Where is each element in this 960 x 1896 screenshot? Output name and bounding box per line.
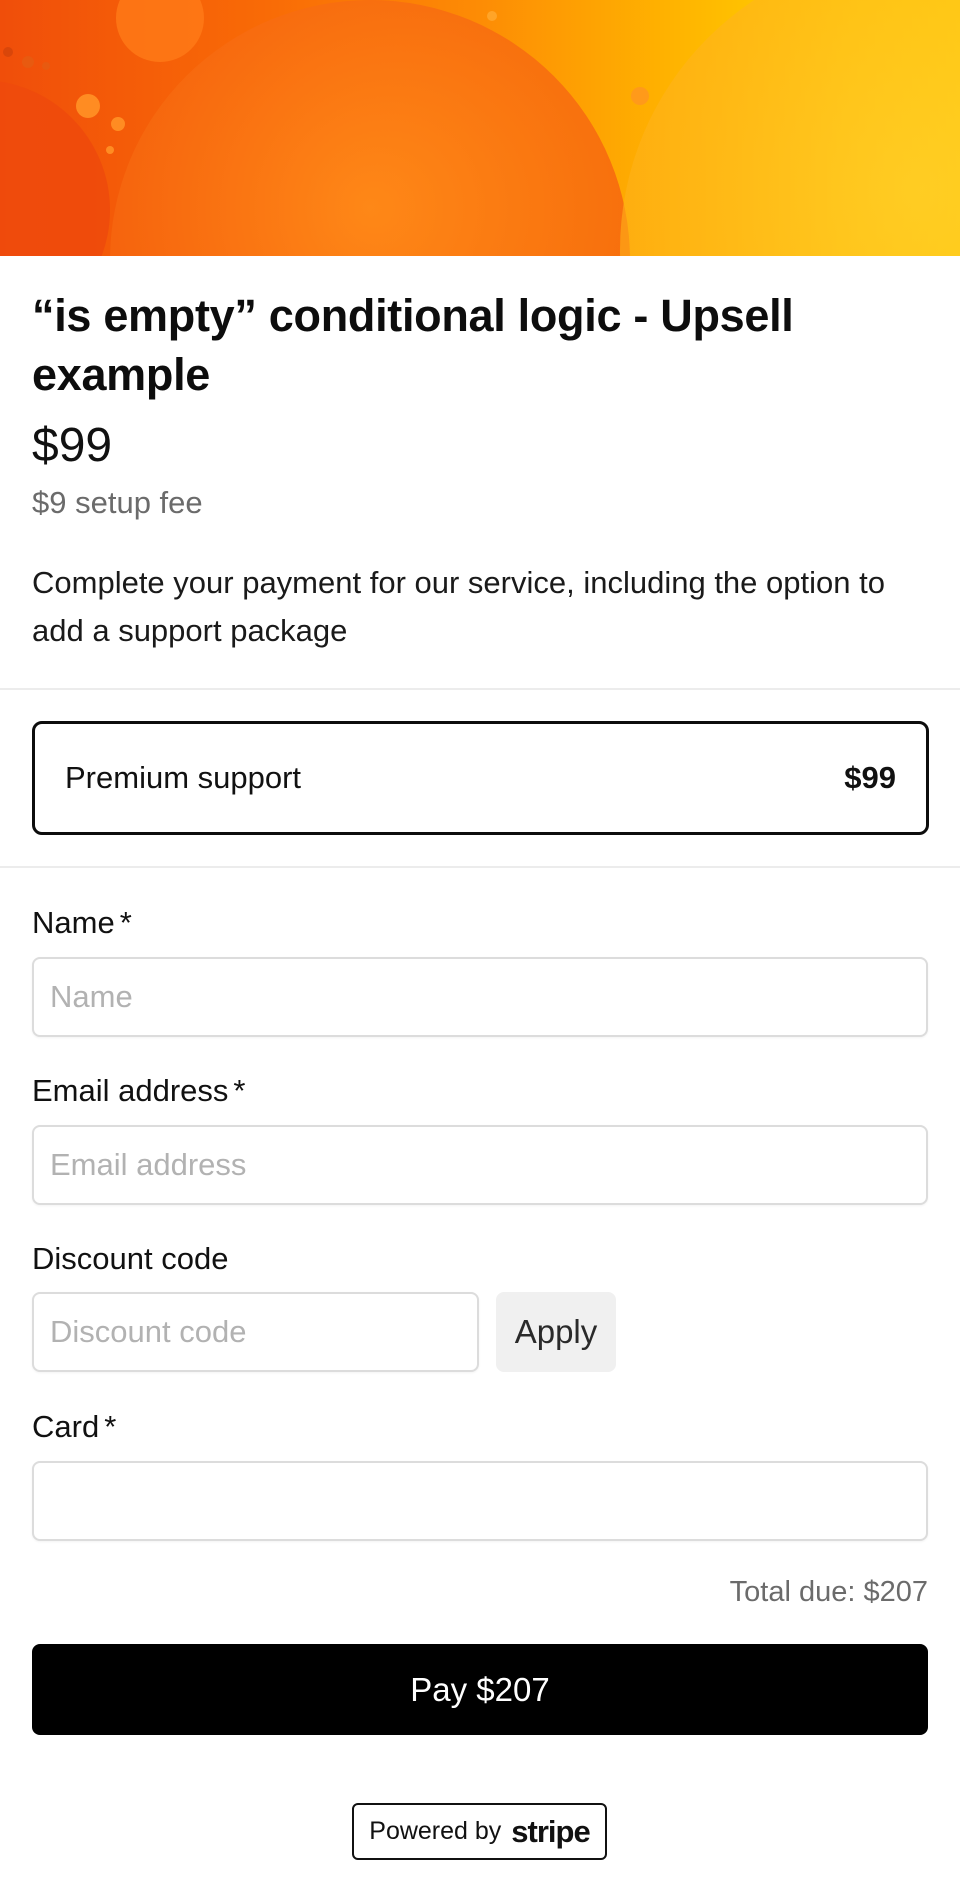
card-label-text: Card (32, 1409, 100, 1444)
name-label-text: Name (32, 905, 115, 940)
setup-fee: $9 setup fee (32, 485, 203, 520)
email-label-text: Email address (32, 1073, 229, 1108)
apply-discount-button[interactable]: Apply (496, 1292, 616, 1372)
hero-bubbles (0, 0, 960, 256)
name-input[interactable] (32, 957, 928, 1037)
powered-by-stripe-badge[interactable]: Powered by stripe (352, 1803, 607, 1860)
email-label: Email address * (32, 1071, 246, 1111)
discount-label: Discount code (32, 1239, 228, 1279)
powered-by-text: Powered by (369, 1817, 502, 1845)
card-input[interactable] (32, 1461, 928, 1541)
upsell-price: $99 (844, 760, 896, 795)
divider (0, 866, 960, 868)
upsell-label: Premium support (65, 760, 302, 795)
card-label: Card * (32, 1407, 116, 1447)
total-due: Total due: $207 (729, 1576, 928, 1608)
upsell-option-premium-support[interactable]: Premium support $99 (32, 721, 929, 835)
hero-banner-image (0, 0, 960, 256)
discount-code-input[interactable] (32, 1292, 479, 1372)
stripe-logo: stripe (511, 1813, 590, 1849)
product-price: $99 (32, 419, 113, 472)
product-title: “is empty” conditional logic - Upsell ex… (32, 290, 794, 400)
product-description: Complete your payment for our service, i… (32, 565, 885, 648)
required-asterisk: * (233, 1073, 246, 1108)
required-asterisk: * (104, 1409, 117, 1444)
email-input[interactable] (32, 1125, 928, 1205)
divider (0, 688, 960, 690)
pay-button[interactable]: Pay $207 (32, 1644, 928, 1735)
discount-label-text: Discount code (32, 1241, 229, 1276)
required-asterisk: * (119, 905, 132, 940)
name-label: Name * (32, 903, 132, 943)
